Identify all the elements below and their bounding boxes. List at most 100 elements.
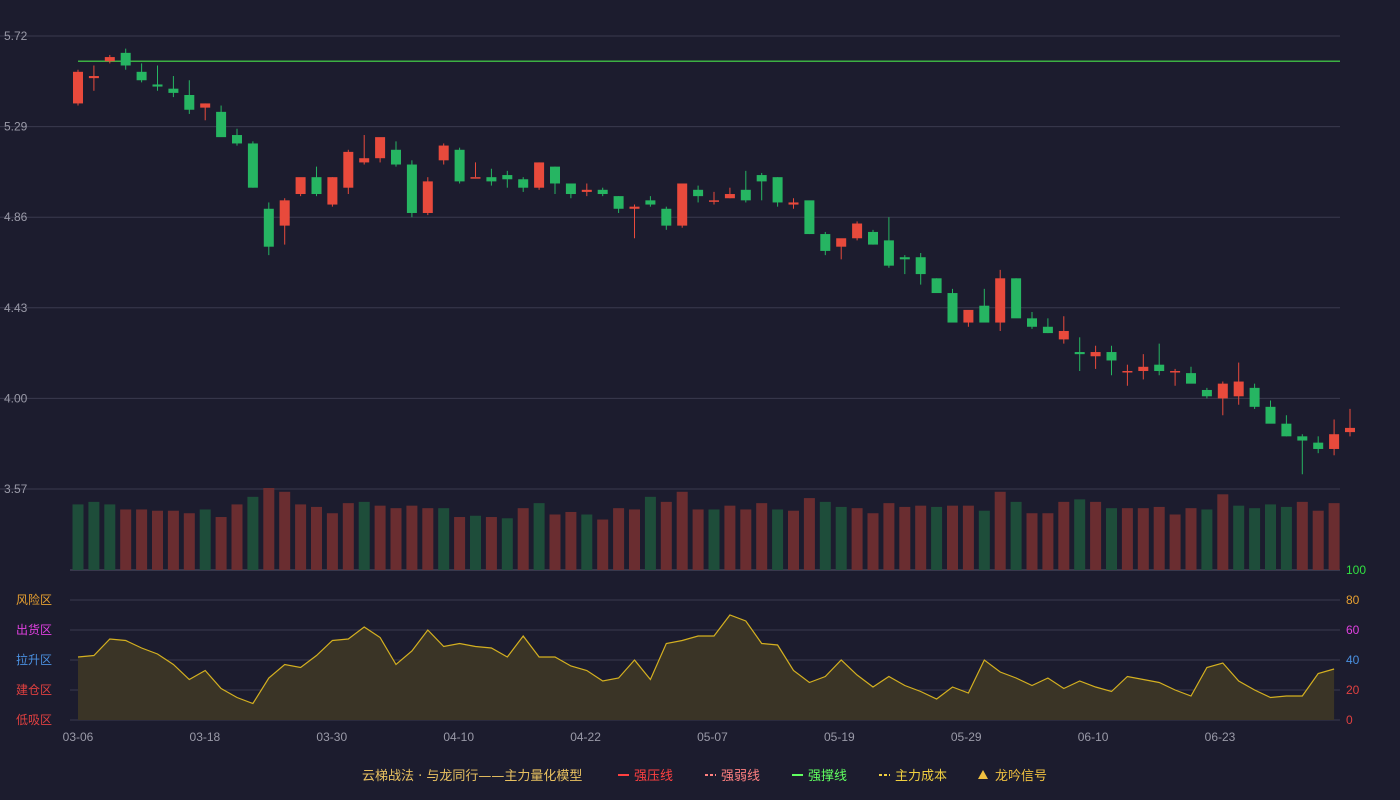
candle bbox=[947, 288, 958, 323]
candle bbox=[931, 278, 942, 294]
candle-body bbox=[200, 103, 211, 108]
volume-bar bbox=[629, 509, 640, 570]
volume-bar bbox=[406, 505, 418, 570]
candle-body bbox=[820, 234, 831, 251]
candle-body bbox=[677, 183, 688, 226]
volume-bar bbox=[1026, 513, 1038, 570]
candle-body bbox=[470, 177, 481, 179]
candle-body bbox=[1058, 330, 1069, 340]
candle-body bbox=[868, 231, 878, 245]
volume-bar bbox=[978, 510, 990, 570]
candle bbox=[518, 177, 529, 192]
candle-body bbox=[724, 194, 735, 199]
price-tick-label: 4.86 bbox=[4, 210, 28, 224]
volume-bar bbox=[311, 506, 322, 570]
volume-bar bbox=[819, 501, 831, 570]
price-tick-label: 4.00 bbox=[4, 391, 28, 405]
candle-body bbox=[232, 135, 242, 144]
volume-bar bbox=[517, 508, 529, 570]
volume-bar bbox=[374, 505, 386, 570]
volume-bar bbox=[342, 503, 354, 570]
candle bbox=[1249, 383, 1260, 409]
candle bbox=[406, 160, 417, 218]
candle bbox=[200, 103, 211, 121]
candle-body bbox=[883, 240, 894, 266]
legend-label: 主力成本 bbox=[895, 769, 947, 784]
candle-body bbox=[1297, 436, 1308, 441]
candle bbox=[836, 238, 847, 260]
candle-body bbox=[1106, 352, 1117, 361]
candle bbox=[438, 143, 449, 165]
candle bbox=[247, 141, 258, 188]
candle-body bbox=[645, 200, 656, 205]
candle-body bbox=[184, 94, 195, 110]
price-axis: 5.72 5.29 4.86 4.43 4.00 3.57 bbox=[4, 29, 28, 496]
candle bbox=[1106, 345, 1117, 376]
candle-body bbox=[1329, 434, 1340, 449]
candle bbox=[279, 198, 290, 245]
candle-body bbox=[1249, 387, 1260, 407]
candle-body bbox=[899, 257, 910, 260]
volume-bar bbox=[581, 514, 593, 570]
price-tick-label: 5.72 bbox=[4, 29, 28, 43]
candle-body bbox=[1074, 352, 1085, 355]
candle-body bbox=[1281, 423, 1292, 437]
volume-bar bbox=[883, 503, 895, 570]
candle bbox=[629, 204, 640, 239]
zone-labels: 风险区出货区拉升区建仓区低吸区 bbox=[16, 592, 52, 727]
price-tick-label: 3.57 bbox=[4, 482, 28, 496]
candle bbox=[152, 65, 163, 91]
zone-label: 风险区 bbox=[16, 592, 52, 607]
volume-bar bbox=[962, 505, 974, 570]
candle bbox=[788, 198, 799, 209]
x-tick-label: 06-10 bbox=[1078, 730, 1109, 744]
volume-bar bbox=[644, 496, 656, 570]
candle bbox=[263, 202, 274, 256]
candle bbox=[311, 166, 322, 197]
candle bbox=[120, 48, 131, 70]
candle bbox=[1058, 316, 1069, 344]
candle bbox=[995, 269, 1006, 331]
volume-bar bbox=[1074, 499, 1086, 570]
volume-bar bbox=[1265, 504, 1276, 570]
candle-body bbox=[406, 164, 417, 213]
candle-body bbox=[438, 145, 449, 161]
candle-body bbox=[995, 278, 1006, 323]
grid-layer bbox=[0, 35, 1340, 721]
zone-label: 出货区 bbox=[16, 622, 52, 637]
candle-body bbox=[120, 52, 131, 66]
volume-bar bbox=[152, 510, 163, 570]
volume-bar bbox=[72, 504, 84, 570]
volume-bar bbox=[851, 508, 863, 570]
legend-marker bbox=[978, 770, 988, 779]
candle-body bbox=[963, 309, 974, 323]
candle bbox=[1074, 337, 1085, 372]
volume-bar bbox=[454, 517, 466, 570]
volume-bar bbox=[1233, 505, 1245, 570]
candle bbox=[709, 191, 719, 205]
candle bbox=[391, 141, 401, 167]
volume-bar bbox=[120, 509, 132, 570]
candle bbox=[550, 166, 560, 195]
legend-label: 强压线 bbox=[634, 769, 673, 784]
volume-bar bbox=[565, 511, 577, 570]
volume-bar bbox=[1106, 508, 1117, 570]
candle bbox=[136, 63, 147, 83]
candle bbox=[343, 149, 354, 195]
candle bbox=[88, 65, 99, 91]
volume-bar bbox=[247, 496, 259, 570]
candle-body bbox=[136, 71, 147, 81]
candle-body bbox=[502, 175, 513, 180]
candlestick-chart: 5.72 5.29 4.86 4.43 4.00 3.57 风险区出货区拉升区建仓区低吸区… bbox=[0, 29, 1366, 784]
candle-body bbox=[359, 158, 370, 163]
candle bbox=[1090, 345, 1101, 369]
candle-body bbox=[1011, 278, 1022, 319]
legend-item: 强撑线 bbox=[792, 769, 847, 784]
x-tick-label: 03-30 bbox=[316, 730, 347, 744]
candle bbox=[1297, 434, 1308, 475]
volume-bar bbox=[803, 498, 815, 570]
candle bbox=[693, 185, 704, 203]
candle-body bbox=[1138, 366, 1149, 372]
candle-body bbox=[772, 177, 783, 203]
candle-body bbox=[311, 177, 322, 195]
